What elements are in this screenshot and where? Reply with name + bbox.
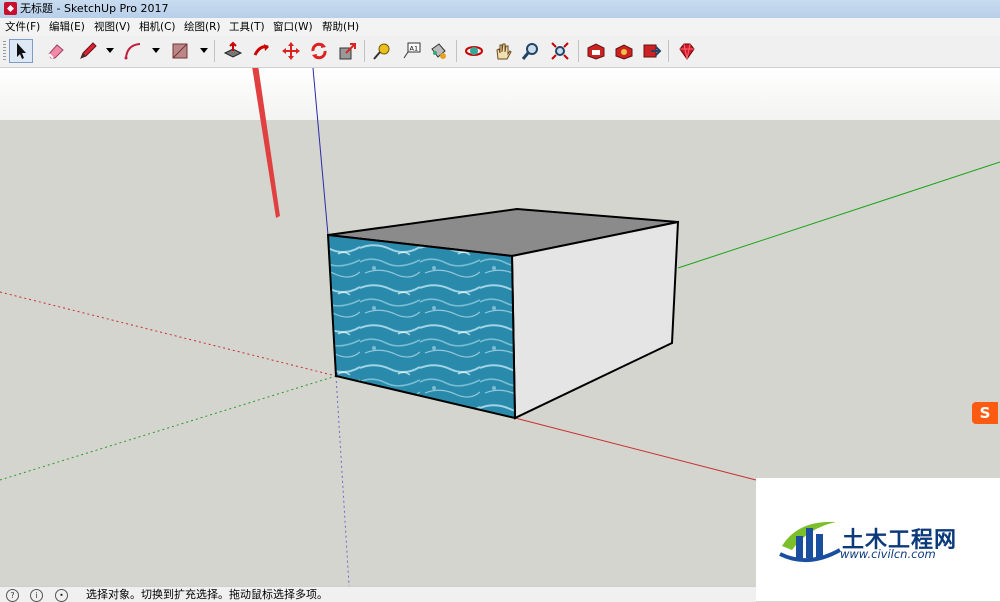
extension-warehouse-icon [615,44,633,60]
text-tool-button[interactable]: A1 [399,39,423,63]
ime-indicator-icon[interactable]: S [972,402,998,424]
menu-view[interactable]: 视图(V) [94,20,130,34]
menu-tools[interactable]: 工具(T) [229,20,265,34]
rotate-icon [311,42,327,60]
menu-help[interactable]: 帮助(H) [322,20,359,34]
rotate-tool-button[interactable] [307,39,331,63]
tape-measure-icon [373,43,390,60]
push-pull-icon [223,41,243,58]
move-tool-button[interactable] [279,39,303,63]
geo-location-icon[interactable]: ? [6,589,19,602]
pencil-tool-button[interactable] [76,39,100,63]
eraser-tool-button[interactable] [44,39,68,63]
text-tool-label: A1 [410,45,419,53]
pencil-dropdown-chevron-icon[interactable] [106,48,114,53]
menu-edit[interactable]: 编辑(E) [49,20,85,34]
extension-warehouse-button[interactable] [612,39,636,63]
paint-bucket-icon [431,43,446,59]
toolbar-separator [456,40,457,62]
3d-warehouse-button[interactable] [584,39,608,63]
ruby-icon [679,43,695,60]
sketchup-logo-icon [4,2,17,15]
tape-measure-tool-button[interactable] [370,39,394,63]
civilcn-logo-icon [779,521,841,563]
move-icon [282,42,300,60]
paint-bucket-tool-button[interactable] [426,39,450,63]
menu-draw[interactable]: 绘图(R) [184,20,221,34]
toolbar-grip[interactable] [3,41,6,61]
credits-info-icon[interactable]: i [30,589,43,602]
select-icon [17,43,26,59]
arc-tool-button[interactable] [121,39,145,63]
orbit-icon [465,46,483,56]
status-bar: ? i • 选择对象。切换到扩充选择。拖动鼠标选择多项。 [0,586,756,602]
status-message: 选择对象。切换到扩充选择。拖动鼠标选择多项。 [86,588,328,601]
menu-bar: 文件(F) 编辑(E) 视图(V) 相机(C) 绘图(R) 工具(T) 窗口(W… [0,18,1000,37]
menu-camera[interactable]: 相机(C) [139,20,176,34]
main-toolbar: A1 [0,36,1000,68]
ruby-console-button[interactable] [675,39,699,63]
title-bar: 无标题 - SketchUp Pro 2017 [0,0,1000,19]
watermark-url: www.civilcn.com [840,547,936,561]
3d-warehouse-icon [587,43,605,60]
arc-dropdown-chevron-icon[interactable] [152,48,160,53]
eraser-icon [48,44,64,59]
scale-tool-button[interactable] [336,39,360,63]
share-model-button[interactable] [640,39,664,63]
pan-tool-button[interactable] [491,39,515,63]
arc-icon [124,43,141,60]
rectangle-dropdown-chevron-icon[interactable] [200,48,208,53]
pan-icon [496,43,512,60]
zoom-tool-button[interactable] [519,39,543,63]
follow-me-icon [253,44,269,56]
text-icon: A1 [403,42,421,59]
zoom-extents-icon [551,42,569,60]
select-tool-button[interactable] [9,39,33,63]
toolbar-separator [668,40,669,62]
push-pull-tool-button[interactable] [221,39,245,63]
user-account-icon[interactable]: • [55,589,68,602]
scale-icon [339,43,356,60]
menu-window[interactable]: 窗口(W) [273,20,313,34]
share-model-icon [643,44,662,58]
menu-file[interactable]: 文件(F) [5,20,40,34]
rectangle-tool-button[interactable] [168,39,192,63]
rectangle-icon [172,43,188,59]
window-title: 无标题 - SketchUp Pro 2017 [20,2,169,15]
zoom-extents-tool-button[interactable] [548,39,572,63]
toolbar-separator [578,40,579,62]
follow-me-tool-button[interactable] [250,39,274,63]
toolbar-separator [364,40,365,62]
pencil-icon [80,42,97,59]
orbit-tool-button[interactable] [462,39,486,63]
toolbar-separator [214,40,215,62]
zoom-icon [521,43,538,60]
